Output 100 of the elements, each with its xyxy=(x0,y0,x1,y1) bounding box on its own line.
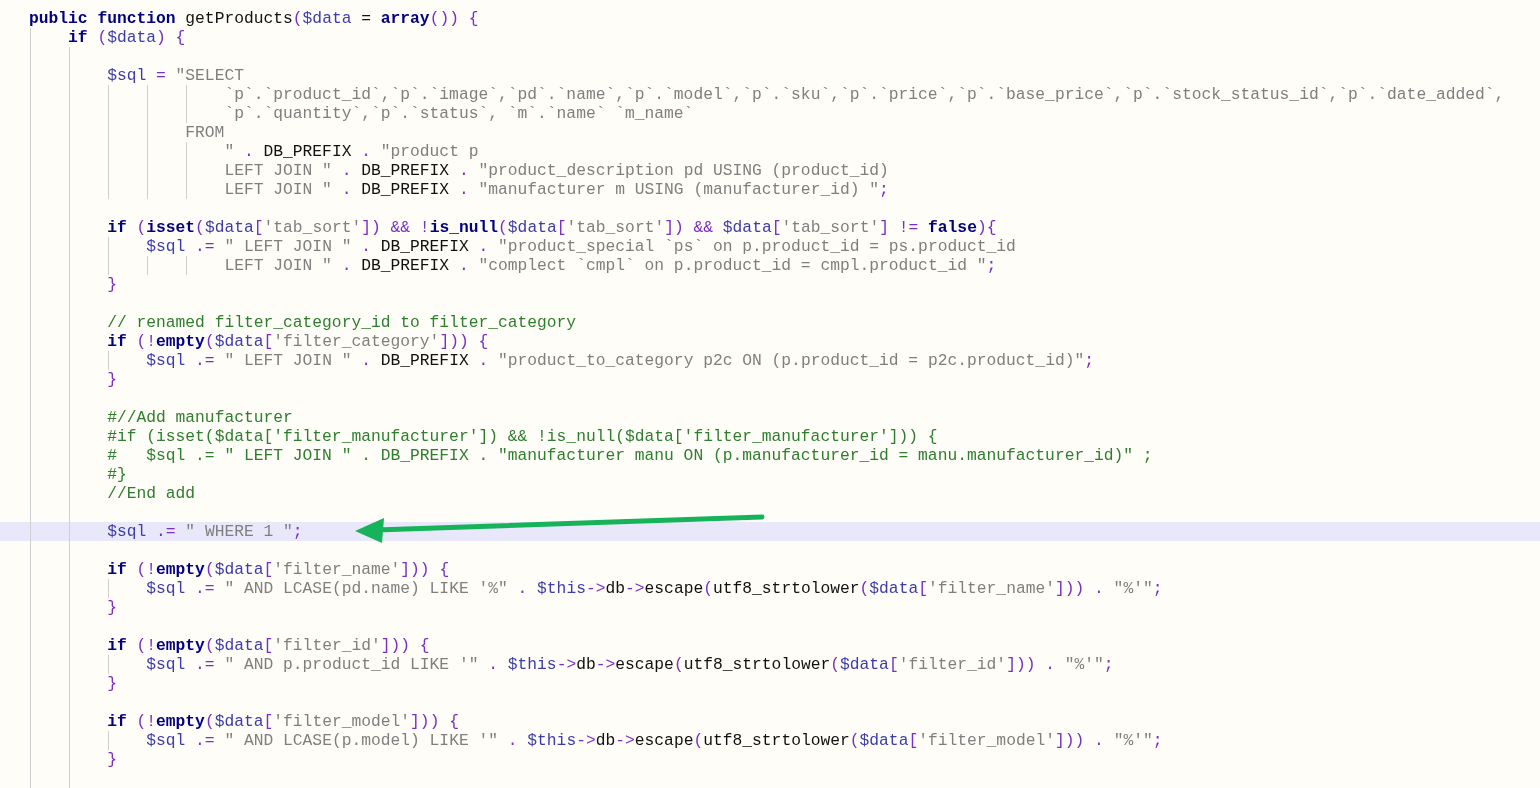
string-literal: "product p xyxy=(380,142,479,161)
variable: $data xyxy=(722,218,772,237)
variable: $data xyxy=(107,28,157,47)
operator: ()) { xyxy=(429,9,479,28)
variable: $sql xyxy=(146,351,186,370)
operator: [ xyxy=(771,218,782,237)
operator: .= xyxy=(194,731,216,750)
comment: # $sql .= " LEFT JOIN " . DB_PREFIX . "manufacturer manu ON (p.manufacturer_id = manu.manufacturer_id)" ; xyxy=(107,446,1153,465)
operator: .= xyxy=(194,655,216,674)
operator: -> xyxy=(556,655,577,674)
string-literal: FROM xyxy=(185,123,225,142)
operator: ( xyxy=(498,218,508,237)
operator: [ xyxy=(263,712,274,731)
string-literal: "SELECT xyxy=(175,66,244,85)
operator: ( xyxy=(859,579,870,598)
operator: [ xyxy=(918,579,928,598)
variable: $sql xyxy=(146,731,186,750)
operator: } xyxy=(107,275,117,294)
string-literal: LEFT JOIN " xyxy=(224,256,332,275)
variable: $sql xyxy=(146,655,186,674)
string-literal: LEFT JOIN " xyxy=(224,161,332,180)
comment: //End add xyxy=(107,484,196,503)
operator: . xyxy=(477,351,490,370)
keyword: empty xyxy=(156,332,205,351)
keyword: public function xyxy=(29,9,176,28)
string-literal: " LEFT JOIN " xyxy=(224,351,352,370)
operator: ( xyxy=(204,332,215,351)
keyword: empty xyxy=(156,560,205,579)
string-literal: "product_to_category p2c ON (p.product_id = p2c.product_id)" xyxy=(498,351,1085,370)
variable: $data xyxy=(204,218,254,237)
keyword: if xyxy=(107,712,127,731)
operator: = xyxy=(155,66,167,85)
keyword: if xyxy=(68,28,88,47)
operator: . xyxy=(360,142,372,161)
variable: $data xyxy=(214,636,264,655)
operator: [ xyxy=(556,218,567,237)
operator: . xyxy=(457,161,470,180)
comment: // renamed filter_category_id to filter_category xyxy=(107,313,577,332)
operator: [ xyxy=(888,655,899,674)
code-text: = xyxy=(360,9,372,28)
operator: ]) && xyxy=(664,218,715,237)
operator: ; xyxy=(879,180,889,199)
operator: ; xyxy=(1084,351,1094,370)
operator: (! xyxy=(135,560,156,579)
string-literal: `p`.`quantity`,`p`.`status`, `m`.`name` `m_name` xyxy=(224,104,694,123)
operator: ( xyxy=(673,655,684,674)
identifier: db xyxy=(595,731,616,750)
operator: ])) { xyxy=(400,560,450,579)
operator: ( xyxy=(693,731,704,750)
operator: . xyxy=(477,237,490,256)
keyword: isset xyxy=(146,218,196,237)
identifier: DB_PREFIX xyxy=(380,237,469,256)
keyword: empty xyxy=(156,636,205,655)
operator: . xyxy=(487,655,499,674)
keyword: false xyxy=(928,218,977,237)
operator: ( xyxy=(135,218,147,237)
string-literal: "%'" xyxy=(1064,655,1104,674)
code-text: getProducts xyxy=(184,9,293,28)
identifier: utf8_strtolower xyxy=(683,655,831,674)
operator: -> xyxy=(615,731,635,750)
variable: $this xyxy=(527,731,577,750)
string-literal: 'filter_name' xyxy=(273,560,401,579)
variable: $this xyxy=(507,655,557,674)
operator: [ xyxy=(263,636,274,655)
keyword: if xyxy=(107,560,127,579)
variable: $data xyxy=(214,560,264,579)
identifier: utf8_strtolower xyxy=(713,579,860,598)
keyword: if xyxy=(107,636,127,655)
operator: (! xyxy=(135,332,156,351)
string-literal: 'filter_name' xyxy=(927,579,1055,598)
operator: ]) && ! xyxy=(361,218,430,237)
operator: . xyxy=(506,731,519,750)
operator: ) { xyxy=(156,28,186,47)
variable: $sql xyxy=(107,522,147,541)
string-literal: "manufacturer m USING (manufacturer_id) " xyxy=(478,180,880,199)
string-literal: " LEFT JOIN " xyxy=(224,237,352,256)
operator: ( xyxy=(703,579,713,598)
operator: ])) . xyxy=(1055,579,1105,598)
operator: } xyxy=(107,750,117,769)
operator: -> xyxy=(585,579,606,598)
variable: $data xyxy=(302,9,352,28)
string-literal: 'filter_id' xyxy=(898,655,1007,674)
operator: } xyxy=(107,370,117,389)
identifier: escape xyxy=(615,655,674,674)
string-literal: "product_description pd USING (product_id) xyxy=(478,161,889,180)
comment: #} xyxy=(107,465,127,484)
operator: . xyxy=(242,142,255,161)
variable: $data xyxy=(840,655,889,674)
variable: $this xyxy=(537,579,586,598)
operator: ( xyxy=(292,9,303,28)
operator: . xyxy=(340,256,353,275)
operator: ])) { xyxy=(380,636,430,655)
operator: . xyxy=(516,579,529,598)
operator: ( xyxy=(195,218,205,237)
operator: -> xyxy=(576,731,596,750)
string-literal: 'filter_model' xyxy=(273,712,411,731)
operator: .= xyxy=(155,522,177,541)
identifier: db xyxy=(576,655,596,674)
identifier: escape xyxy=(634,731,694,750)
operator: ; xyxy=(1103,655,1114,674)
